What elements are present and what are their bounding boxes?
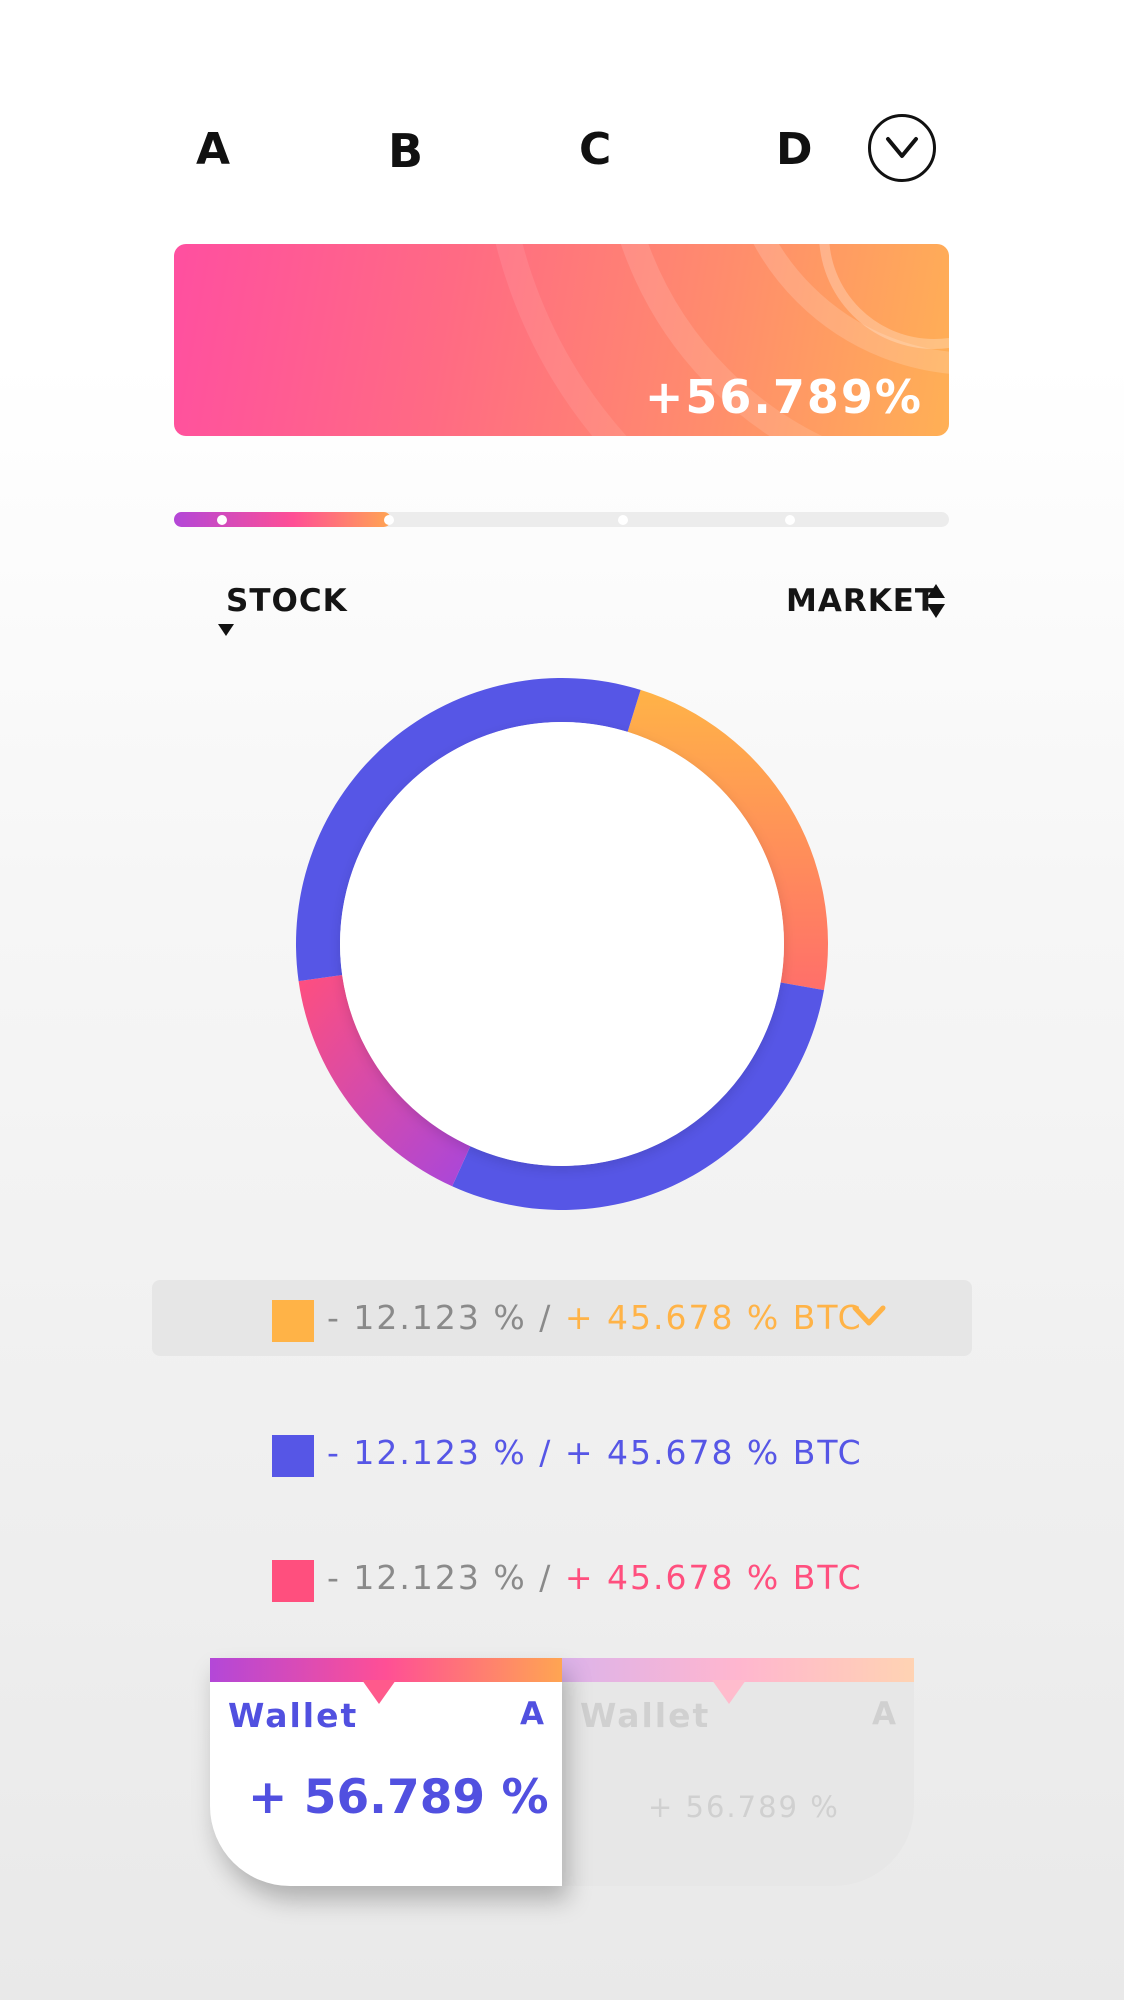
tab-b[interactable]: B: [388, 128, 423, 174]
legend-text: - 12.123 % / + 45.678 % BTC: [327, 1558, 863, 1597]
performance-banner: +56.789%: [174, 244, 949, 436]
blue-swatch: [272, 1435, 314, 1477]
legend-row-pink[interactable]: - 12.123 % / + 45.678 % BTC: [152, 1540, 972, 1616]
orange-swatch: [272, 1300, 314, 1342]
expand-menu-button[interactable]: [868, 114, 936, 182]
wallet-name: Wallet: [228, 1696, 359, 1735]
wallet-card-secondary[interactable]: Wallet A + 56.789 %: [562, 1658, 914, 1886]
legend-separator: /: [526, 1298, 565, 1337]
progress-marker[interactable]: [217, 515, 227, 525]
legend-negative: - 12.123 %: [327, 1433, 527, 1472]
legend-positive: + 45.678 % BTC: [564, 1558, 863, 1597]
banner-percentage: +56.789%: [644, 370, 923, 424]
legend-row-blue[interactable]: - 12.123 % / + 45.678 % BTC: [152, 1415, 972, 1491]
pink-swatch: [272, 1560, 314, 1602]
legend-text: - 12.123 % / + 45.678 % BTC: [327, 1298, 863, 1337]
wallet-notch: [362, 1680, 396, 1704]
legend-negative: - 12.123 %: [327, 1558, 527, 1597]
wallet-value: + 56.789 %: [248, 1770, 549, 1825]
chevron-down-icon[interactable]: [852, 1304, 886, 1328]
wallet-name: Wallet: [580, 1696, 711, 1735]
chevron-down-icon: [886, 137, 918, 158]
progress-track[interactable]: [174, 512, 949, 527]
progress-marker[interactable]: [785, 515, 795, 525]
tab-a[interactable]: A: [196, 128, 230, 172]
legend-text: - 12.123 % / + 45.678 % BTC: [327, 1433, 863, 1472]
wallet-card-gradient-bar: [210, 1658, 562, 1682]
stock-sort-label[interactable]: STOCK: [226, 583, 348, 619]
sort-arrows-icon[interactable]: [926, 582, 946, 620]
wallet-letter: A: [872, 1696, 896, 1732]
caret-down-icon: [218, 624, 234, 636]
wallet-value: + 56.789 %: [648, 1790, 840, 1824]
tab-c[interactable]: C: [579, 128, 611, 172]
legend-separator: /: [526, 1558, 565, 1597]
market-sort-label[interactable]: MARKET: [786, 583, 937, 619]
donut-center: [340, 722, 784, 1166]
wallet-notch: [712, 1680, 746, 1704]
legend-positive: + 45.678 % BTC: [564, 1298, 863, 1337]
legend-row-orange[interactable]: - 12.123 % / + 45.678 % BTC: [152, 1280, 972, 1356]
progress-marker[interactable]: [618, 515, 628, 525]
tab-d[interactable]: D: [776, 128, 813, 172]
wallet-letter: A: [520, 1696, 544, 1732]
legend-separator: /: [526, 1433, 565, 1472]
progress-marker[interactable]: [384, 515, 394, 525]
wallet-card-active[interactable]: Wallet A + 56.789 %: [210, 1658, 562, 1886]
allocation-donut-chart: [296, 677, 828, 1210]
top-tab-bar: A B C D: [0, 110, 1124, 190]
wallet-card-gradient-bar: [562, 1658, 914, 1682]
legend-negative: - 12.123 %: [327, 1298, 527, 1337]
progress-fill: [174, 512, 391, 527]
legend-positive: + 45.678 % BTC: [564, 1433, 863, 1472]
